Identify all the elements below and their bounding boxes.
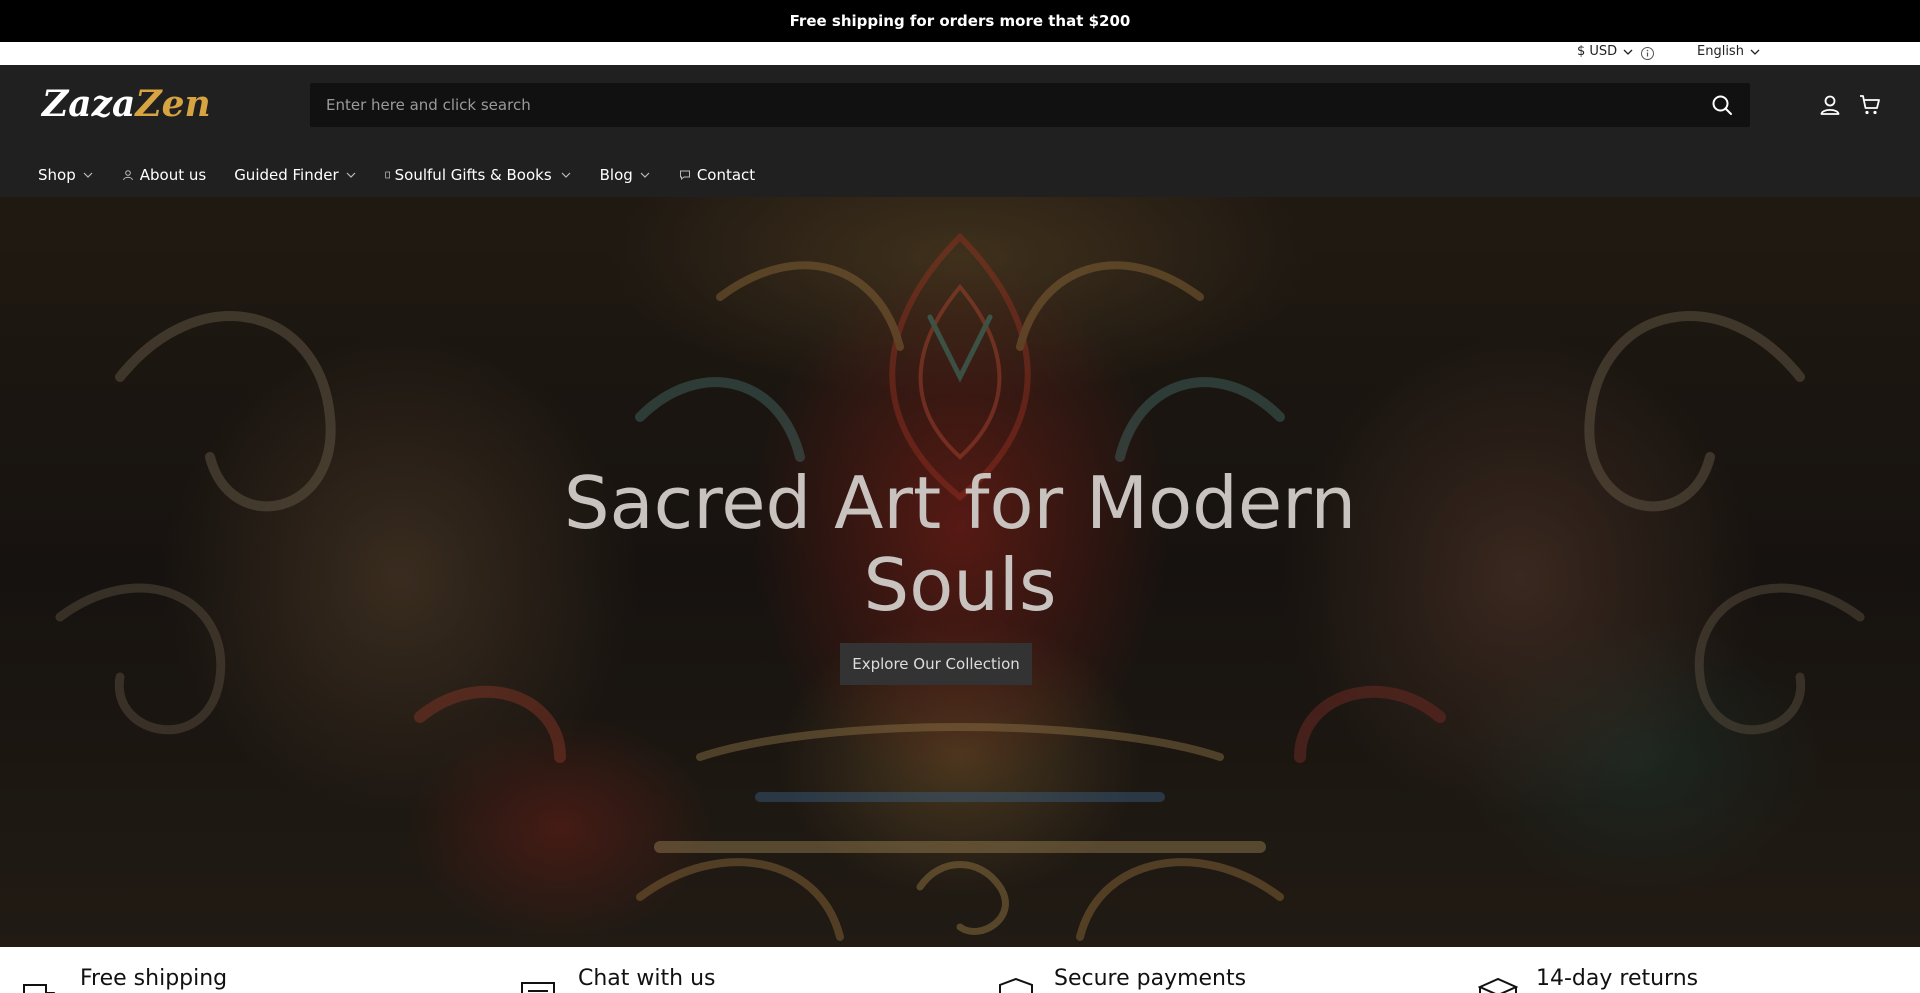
nav-item-contact[interactable]: Contact <box>679 166 755 184</box>
nav-item-about[interactable]: About us <box>122 166 206 184</box>
feature-label: Secure payments <box>1054 966 1247 991</box>
nav-label: Blog <box>599 166 633 184</box>
account-icon[interactable] <box>1818 93 1842 117</box>
chevron-down-icon <box>1623 49 1633 55</box>
logo-text-primary: Zaza <box>42 83 136 125</box>
chevron-down-icon <box>83 172 93 178</box>
logo-text-accent: Zen <box>135 83 211 125</box>
feature-strip: Free shipping Chat with us Secure paymen… <box>0 947 1920 993</box>
nav-label: About us <box>139 166 207 184</box>
chat-icon <box>521 982 555 993</box>
shield-icon <box>999 977 1033 993</box>
truck-icon <box>23 984 56 993</box>
chevron-down-icon <box>346 172 356 178</box>
nav-label: Guided Finder <box>234 166 339 184</box>
person-icon <box>122 170 133 181</box>
info-icon[interactable] <box>1640 46 1655 61</box>
announcement-bar: Free shipping for orders more that $200 <box>0 0 1920 42</box>
feature-free-shipping: Free shipping <box>22 947 227 993</box>
nav-label: Soulful Gifts & Books <box>394 166 552 184</box>
hero-banner: Sacred Art for Modern Souls Explore Our … <box>0 197 1920 947</box>
nav-item-shop[interactable]: Shop <box>38 166 94 184</box>
main-nav: Shop About us Guided Finder Soulful Gift… <box>38 159 783 191</box>
language-label: English <box>1697 44 1744 59</box>
currency-label: $ USD <box>1577 44 1618 59</box>
feature-returns: 14-day returns <box>1478 947 1698 993</box>
cart-icon[interactable] <box>1858 93 1882 117</box>
nav-label: Contact <box>696 166 756 184</box>
nav-item-soulful-gifts[interactable]: Soulful Gifts & Books <box>384 166 572 184</box>
language-selector[interactable]: English <box>1697 44 1762 59</box>
feature-label: Free shipping <box>80 966 228 991</box>
chat-bubble-icon <box>679 170 690 181</box>
site-header: ZazaZen Shop About us Guided Finder <box>0 65 1920 197</box>
site-logo[interactable]: ZazaZen <box>42 83 212 129</box>
explore-collection-button[interactable]: Explore Our Collection <box>840 643 1032 685</box>
feature-label: Chat with us <box>578 966 716 991</box>
box-icon <box>1478 977 1518 993</box>
announcement-text: Free shipping for orders more that $200 <box>789 12 1131 30</box>
search-bar <box>310 83 1750 127</box>
hero-title-line2: Souls <box>863 543 1057 627</box>
chevron-down-icon <box>1750 49 1760 55</box>
search-icon[interactable] <box>1710 93 1734 117</box>
hero-title: Sacred Art for Modern Souls <box>0 462 1920 626</box>
utility-bar: $ USD English <box>0 42 1920 65</box>
feature-label: 14-day returns <box>1536 966 1699 991</box>
nav-item-guided-finder[interactable]: Guided Finder <box>234 166 356 184</box>
chevron-down-icon <box>561 172 571 178</box>
currency-selector[interactable]: $ USD <box>1577 44 1635 59</box>
chevron-down-icon <box>640 172 650 178</box>
search-input[interactable] <box>326 96 1710 114</box>
feature-secure-payments: Secure payments <box>996 947 1246 993</box>
gift-icon <box>384 171 390 179</box>
feature-chat: Chat with us <box>520 947 715 993</box>
nav-label: Shop <box>38 166 76 184</box>
nav-item-blog[interactable]: Blog <box>600 166 651 184</box>
hero-title-line1: Sacred Art for Modern <box>563 461 1357 545</box>
